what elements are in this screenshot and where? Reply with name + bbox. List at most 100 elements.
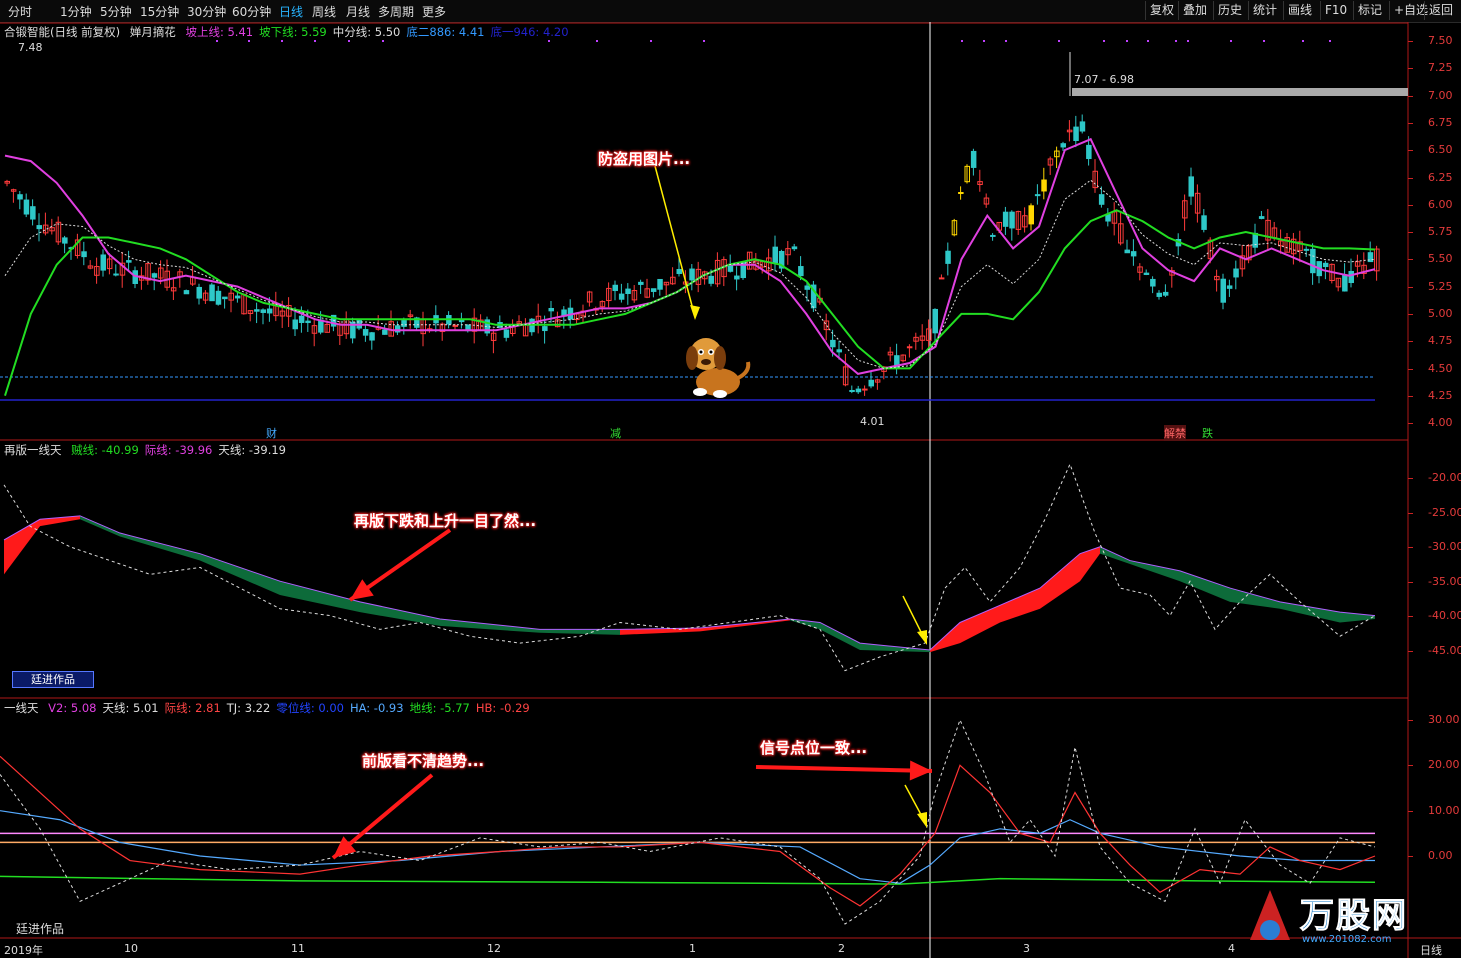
axis-tick-label: 6.00 <box>1428 197 1453 211</box>
candle-body <box>362 329 369 336</box>
signal-dots <box>216 40 1331 42</box>
ribbon-segment <box>4 519 40 575</box>
axis-tick-label: 5.75 <box>1428 225 1453 239</box>
candle-body <box>938 277 945 280</box>
signal-dot <box>314 40 316 42</box>
axis-tick <box>1408 616 1413 617</box>
date-label: 2019年 <box>4 944 43 957</box>
marker-die[interactable]: 跌 <box>1202 425 1213 441</box>
candle-body <box>612 284 618 292</box>
signal-dot <box>216 40 218 42</box>
axis-tick-label: 7.50 <box>1428 34 1453 47</box>
axis-tick-label: -30.00 <box>1428 540 1461 553</box>
axis-tick-label: 4.25 <box>1428 388 1453 402</box>
legend-item-7: HB: -0.29 <box>475 701 530 715</box>
candle-body <box>1252 232 1258 248</box>
candle-body <box>100 254 106 271</box>
period-tab[interactable]: 日线 <box>1420 942 1442 958</box>
ribbon-segment <box>1230 588 1280 609</box>
yellow-arrowhead-1 <box>690 305 700 320</box>
candle-body <box>1073 126 1079 141</box>
panel1-title: 合锻智能(日线 前复权) 婵月摘花 坡上线: 5.41 坡下线: 5.59 中分线:… <box>4 24 575 40</box>
axis-tick <box>1408 720 1413 721</box>
candle-body <box>945 250 951 264</box>
candle-body <box>906 346 913 349</box>
legend-item-4: 零位线: 0.00 <box>276 701 344 715</box>
candle-body <box>1348 270 1354 284</box>
candle-body <box>1009 211 1015 229</box>
candle-body <box>1322 262 1329 268</box>
date-label: 2 <box>838 942 845 955</box>
candle-body <box>503 329 510 338</box>
candle-body <box>126 260 132 263</box>
yellow-arrowhead-3 <box>917 812 927 828</box>
candle-body <box>183 290 190 295</box>
candle-body <box>676 268 682 275</box>
axis-tick <box>1408 341 1413 343</box>
candle-body <box>452 324 458 327</box>
candle-body <box>62 237 68 244</box>
dixian-line <box>0 875 1376 885</box>
candle-body <box>266 308 273 314</box>
signal-dot <box>1103 40 1105 42</box>
legend-item-2: 际线: 2.81 <box>164 701 221 715</box>
candle-body <box>836 349 842 353</box>
signal-dot <box>961 40 963 42</box>
date-label: 3 <box>1023 942 1030 955</box>
legend-item-0: 贼线: -40.99 <box>71 443 139 457</box>
axis-tick <box>1408 395 1413 397</box>
axis-tick-label: 6.50 <box>1428 143 1453 157</box>
axis-tick-label: 10.00 <box>1428 803 1460 817</box>
marker-jiejin[interactable]: 解禁 <box>1164 425 1186 441</box>
candle-body <box>1150 278 1156 287</box>
yellow-arrow-1 <box>654 165 696 318</box>
candle-body <box>23 199 30 215</box>
author-badge: 廷进作品 <box>12 671 94 688</box>
signal-dot <box>650 40 652 42</box>
candle-body <box>772 246 778 264</box>
candle-body <box>151 273 158 278</box>
tianxian-line <box>3 462 1376 672</box>
legend-item-1: 际线: -39.96 <box>144 443 213 457</box>
candle-body <box>625 288 631 294</box>
candle-body <box>1226 285 1233 289</box>
marker-cai[interactable]: 财 <box>266 425 277 441</box>
dog-mascot-icon <box>686 338 751 398</box>
candle-body <box>689 268 695 281</box>
signal-dot <box>281 40 283 42</box>
axis-tick-label: 5.25 <box>1428 279 1453 293</box>
legend-item-3: 底二886: 4.41 <box>406 25 485 39</box>
candle-body <box>1079 121 1086 132</box>
legend-item-2: 天线: -39.19 <box>218 443 286 457</box>
candle-body <box>382 329 388 335</box>
annotation-signal-consistent: 信号点位一致... <box>760 739 868 757</box>
low-price-label: 4.01 <box>860 415 885 428</box>
range-label: 7.07 - 6.98 <box>1074 73 1134 86</box>
ribbon-segment <box>120 533 200 561</box>
axis-tick <box>1408 177 1413 179</box>
red-arrow-signal <box>755 765 933 773</box>
signal-dot <box>1230 40 1232 42</box>
ribbon-segment <box>1130 560 1180 582</box>
signal-dot <box>548 40 550 42</box>
ribbon-segment <box>960 605 1000 644</box>
candle-body <box>298 315 305 323</box>
marker-jian[interactable]: 减 <box>610 425 621 441</box>
candle-body <box>1086 144 1092 160</box>
axis-tick <box>1408 765 1413 767</box>
axis-tick-label: 20.00 <box>1428 758 1460 772</box>
signal-dot <box>1147 40 1149 42</box>
axis-tick <box>1408 122 1413 124</box>
ribbon-segment <box>540 629 620 635</box>
chart-canvas <box>0 22 1461 958</box>
axis-tick-label: 6.25 <box>1428 170 1453 184</box>
date-label: 11 <box>291 942 305 955</box>
axis-tick <box>1408 41 1413 42</box>
candle-body <box>1041 179 1047 192</box>
red-arrow-signal-head <box>909 760 932 781</box>
candle-body <box>708 275 714 284</box>
candle-body <box>260 309 266 313</box>
candle-body <box>734 275 740 280</box>
candle-body <box>209 284 215 302</box>
ribbon-segment <box>1040 553 1080 609</box>
